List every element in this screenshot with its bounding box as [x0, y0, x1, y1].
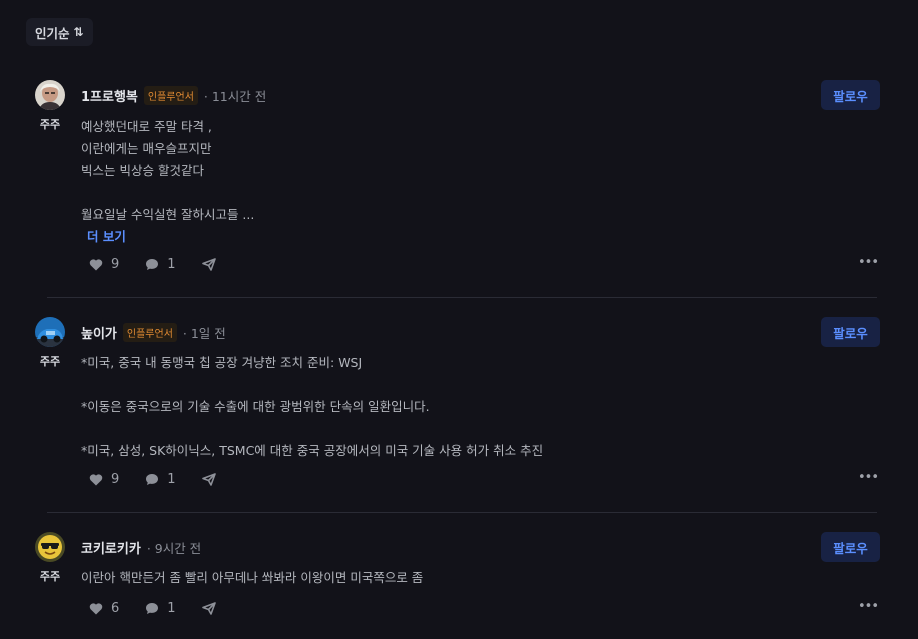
follow-button[interactable]: 팔로우	[821, 80, 880, 110]
nickname[interactable]: 높이가	[81, 323, 117, 342]
avatar[interactable]	[35, 532, 65, 562]
divider	[47, 297, 877, 298]
comment-icon	[146, 473, 159, 485]
share-icon	[201, 472, 216, 486]
post-line	[81, 418, 543, 440]
like-count: 9	[111, 256, 120, 272]
post-body: *미국, 중국 내 동맹국 칩 공장 겨냥한 조치 준비: WSJ *이동은 중…	[81, 352, 543, 462]
divider	[47, 512, 877, 513]
like-button[interactable]: 9	[89, 472, 119, 487]
post-line: 빅스는 빅상승 할것같다	[81, 163, 204, 178]
heart-icon	[89, 258, 103, 270]
post-actions: 9 1	[89, 255, 242, 273]
post-actions: 9 1	[89, 470, 242, 488]
post-time: · 1일 전	[182, 325, 226, 341]
comment-count: 1	[167, 600, 176, 616]
avatar[interactable]	[35, 317, 65, 347]
post-line	[81, 182, 254, 204]
comment-icon	[146, 602, 159, 614]
share-icon	[201, 257, 216, 271]
shareholder-badge: 주주	[39, 570, 61, 583]
post-header: 코키로키카 · 9시간 전	[81, 536, 201, 558]
post-line: *미국, 삼성, SK하이닉스, TSMC에 대한 중국 공장에서의 미국 기술…	[81, 443, 544, 458]
more-options-icon[interactable]: •••	[858, 470, 879, 485]
like-button[interactable]: 6	[89, 601, 119, 616]
post-header: 1프로행복 인플루언서 · 11시간 전	[81, 84, 266, 106]
influencer-tag: 인플루언서	[122, 322, 177, 342]
heart-icon	[89, 602, 103, 614]
comment-button[interactable]: 1	[145, 471, 176, 487]
comment-count: 1	[167, 256, 176, 272]
post-line: *이동은 중국으로의 기술 수출에 대한 광범위한 단속의 일환입니다.	[81, 399, 430, 414]
post-line: 이란에게는 매우슬프지만	[81, 141, 212, 156]
share-button[interactable]	[201, 601, 216, 615]
post-time: · 9시간 전	[146, 540, 202, 556]
sort-arrows-icon: ⇅	[73, 25, 84, 39]
heart-icon	[89, 473, 103, 485]
like-count: 6	[111, 600, 120, 616]
post-body: 예상했던대로 주말 타격 , 이란에게는 매우슬프지만 빅스는 빅상승 할것같다…	[81, 116, 254, 226]
share-icon	[201, 601, 216, 615]
shareholder-badge: 주주	[39, 355, 61, 368]
share-button[interactable]	[201, 257, 216, 271]
comment-count: 1	[167, 471, 176, 487]
post-line: 이란아 핵만든거 좀 빨리 아무데나 쏴봐라 이왕이면 미국쪽으로 좀	[81, 570, 424, 585]
sort-label: 인기순	[35, 25, 70, 41]
post-line: 예상했던대로 주말 타격 ,	[81, 119, 212, 134]
more-link[interactable]: 더 보기	[87, 226, 126, 245]
more-options-icon[interactable]: •••	[858, 255, 879, 270]
post-line: 월요일날 수익실현 잘하시고들 ...	[81, 207, 255, 222]
post-line	[81, 374, 543, 396]
influencer-tag: 인플루언서	[143, 85, 198, 105]
follow-button[interactable]: 팔로우	[821, 532, 880, 562]
like-button[interactable]: 9	[89, 257, 119, 272]
nickname[interactable]: 코키로키카	[81, 538, 141, 557]
more-options-icon[interactable]: •••	[858, 599, 879, 614]
sort-button[interactable]: 인기순 ⇅	[26, 18, 93, 46]
post-time: · 11시간 전	[203, 88, 267, 104]
post-body: 이란아 핵만든거 좀 빨리 아무데나 쏴봐라 이왕이면 미국쪽으로 좀	[81, 567, 423, 589]
comment-icon	[146, 258, 159, 270]
like-count: 9	[111, 471, 120, 487]
shareholder-badge: 주주	[39, 118, 61, 131]
avatar[interactable]	[35, 80, 65, 110]
share-button[interactable]	[201, 472, 216, 486]
comment-button[interactable]: 1	[145, 600, 176, 616]
post-line: *미국, 중국 내 동맹국 칩 공장 겨냥한 조치 준비: WSJ	[81, 355, 363, 370]
post-actions: 6 1	[89, 599, 242, 617]
nickname[interactable]: 1프로행복	[81, 86, 138, 105]
post-header: 높이가 인플루언서 · 1일 전	[81, 321, 226, 343]
follow-button[interactable]: 팔로우	[821, 317, 880, 347]
comment-button[interactable]: 1	[145, 256, 176, 272]
